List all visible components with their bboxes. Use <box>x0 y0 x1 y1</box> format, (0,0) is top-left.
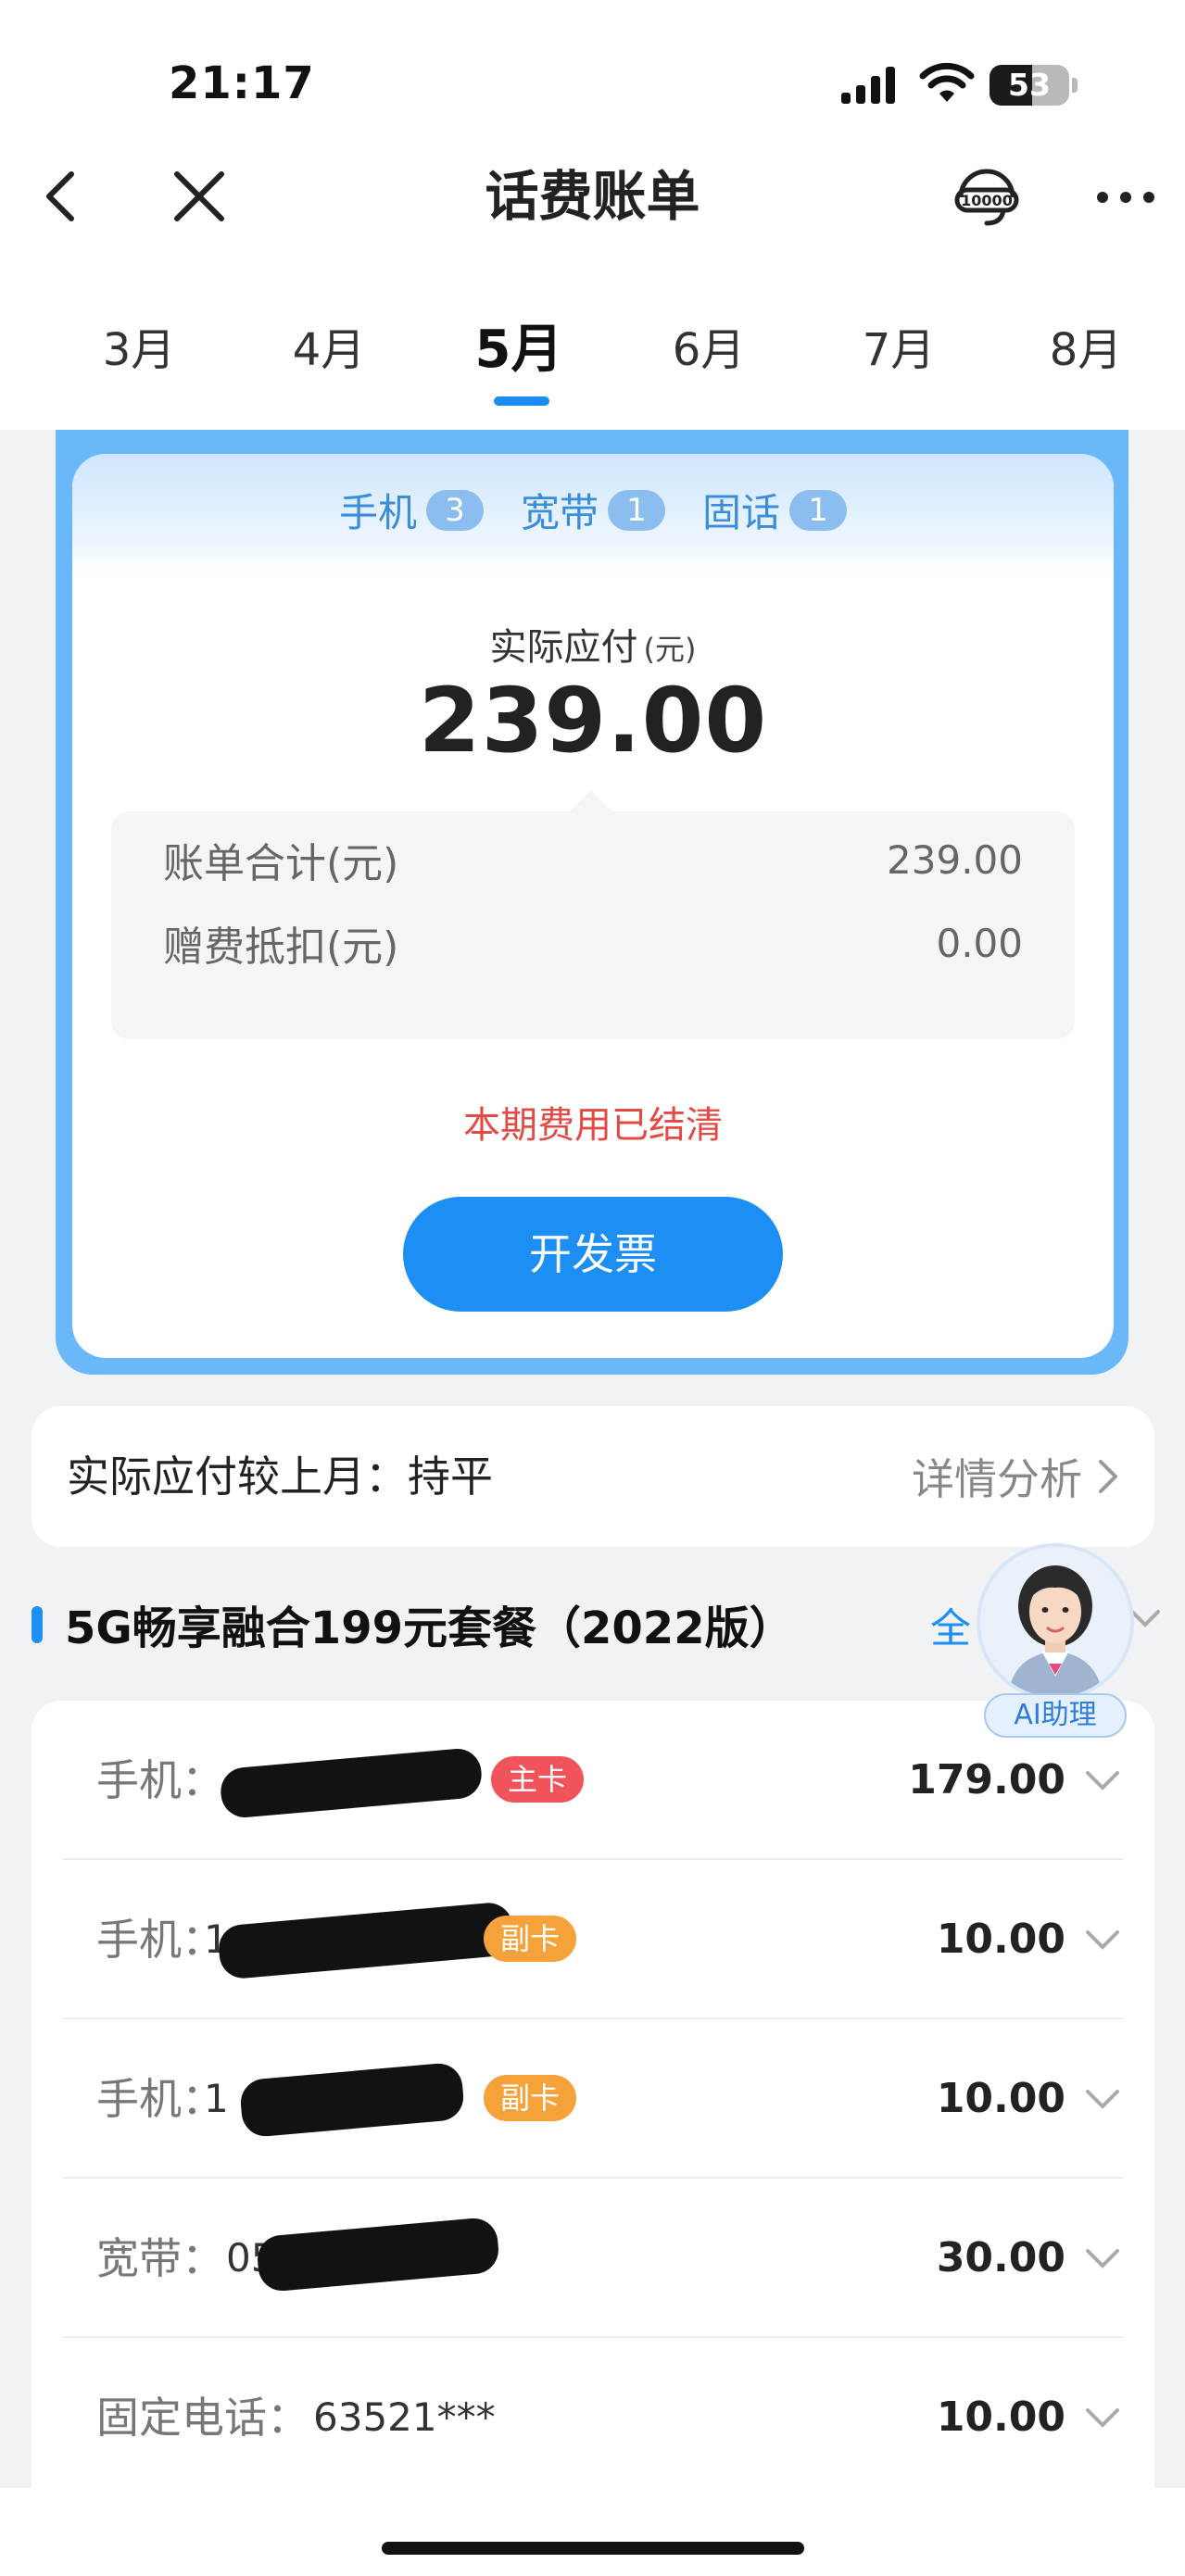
chip-broadband[interactable]: 宽带 1 <box>521 482 665 538</box>
assistant-label: AI助理 <box>984 1693 1127 1738</box>
redaction-mark <box>217 1901 515 1980</box>
detail-analysis-label: 详情分析 <box>912 1454 1082 1504</box>
line-type-label: 固定电话： <box>96 2393 309 2443</box>
chip-landline-count: 1 <box>789 489 848 531</box>
month-comparison-card[interactable]: 实际应付较上月：持平 详情分析 <box>32 1406 1154 1547</box>
breakdown-discount-value: 0.00 <box>936 920 1023 966</box>
chevron-down-icon[interactable] <box>1082 2397 1123 2438</box>
line-amount: 30.00 <box>936 2234 1065 2281</box>
comparison-text: 实际应付较上月：持平 <box>67 1451 493 1502</box>
chip-landline[interactable]: 固话 1 <box>702 482 848 538</box>
amount-due-label-text: 实际应付 <box>489 626 638 669</box>
line-type-label: 宽带： <box>96 2233 224 2283</box>
issue-invoice-button[interactable]: 开发票 <box>403 1197 783 1312</box>
secondary-card-badge: 副卡 <box>484 1916 577 1962</box>
detail-analysis-link[interactable]: 详情分析 <box>912 1406 1121 1547</box>
breakdown-discount-label: 赠费抵扣(元) <box>163 924 399 971</box>
payment-status-text: 本期费用已结清 <box>463 1104 723 1147</box>
customer-service-button[interactable]: 10000 <box>945 156 1028 239</box>
tab-month-5[interactable]: 5月 <box>445 311 593 389</box>
bill-summary-card: 手机 3 宽带 1 固话 1 实际应付 (元) 239.00 账单合计(元) 23… <box>72 454 1114 1358</box>
tab-month-4[interactable]: 4月 <box>255 311 403 389</box>
chevron-down-icon[interactable] <box>1082 2238 1123 2279</box>
line-amount: 10.00 <box>936 2394 1065 2441</box>
bill-card-header: 手机 3 宽带 1 固话 1 <box>72 454 1114 574</box>
breakdown-total-value: 239.00 <box>887 836 1023 883</box>
battery-indicator: 53 <box>990 65 1069 106</box>
line-amount: 10.00 <box>936 2075 1065 2122</box>
secondary-card-badge: 副卡 <box>484 2075 577 2121</box>
chip-mobile[interactable]: 手机 3 <box>339 482 484 538</box>
line-amount: 10.00 <box>936 1916 1065 1963</box>
more-button[interactable] <box>1086 167 1166 228</box>
ai-assistant-button[interactable]: AI助理 <box>977 1543 1134 1740</box>
breakdown-total-label: 账单合计(元) <box>163 840 399 887</box>
chip-broadband-label: 宽带 <box>520 490 599 535</box>
chip-mobile-label: 手机 <box>338 490 417 535</box>
line-type-chips: 手机 3 宽带 1 固话 1 <box>72 482 1114 538</box>
home-indicator[interactable] <box>382 2542 804 2555</box>
assistant-avatar-icon <box>980 1547 1130 1697</box>
chip-landline-label: 固话 <box>702 490 781 535</box>
primary-card-badge: 主卡 <box>491 1756 585 1803</box>
chip-broadband-count: 1 <box>608 489 665 531</box>
chevron-down-icon[interactable] <box>1082 1760 1123 1801</box>
line-item-row[interactable]: 手机： 1 副卡 10.00 <box>63 1860 1154 2019</box>
package-title: 5G畅享融合199元套餐（2022版） <box>65 1602 794 1654</box>
chevron-down-icon[interactable] <box>1082 2079 1123 2119</box>
bill-breakdown: 账单合计(元) 239.00 赠费抵扣(元) 0.00 <box>111 811 1075 1039</box>
cellular-signal-icon <box>841 67 895 104</box>
tab-month-3[interactable]: 3月 <box>65 311 213 389</box>
tab-month-8[interactable]: 8月 <box>1012 311 1160 389</box>
tab-month-7[interactable]: 7月 <box>825 311 973 389</box>
chevron-right-icon <box>1099 1460 1117 1493</box>
line-type-label: 手机： <box>96 1755 224 1805</box>
bottom-safe-area <box>0 2488 1185 2576</box>
breakdown-row-discount: 赠费抵扣(元) 0.00 <box>163 915 1023 972</box>
line-item-list: 手机： 主卡 179.00 手机： 1 副卡 10.00 手机： 1 副卡 10… <box>32 1701 1154 2497</box>
package-expand-link[interactable]: 全 <box>930 1595 971 1654</box>
active-tab-indicator <box>494 396 549 406</box>
section-accent-bar <box>32 1606 43 1643</box>
amount-due-value: 239.00 <box>418 669 768 773</box>
line-number: 1 <box>204 2076 229 2121</box>
battery-nub <box>1072 78 1078 93</box>
amount-due-label: 实际应付 (元) <box>72 617 1114 671</box>
line-item-row[interactable]: 手机： 1 副卡 10.00 <box>63 2019 1154 2179</box>
amount-due-unit: (元) <box>643 632 697 667</box>
status-time: 21:17 <box>169 57 315 109</box>
chip-mobile-count: 3 <box>425 489 484 531</box>
svg-text:10000: 10000 <box>961 192 1013 209</box>
line-item-row[interactable]: 宽带： 05124 30.00 <box>63 2179 1154 2338</box>
assistant-avatar <box>977 1543 1134 1701</box>
breakdown-row-total: 账单合计(元) 239.00 <box>163 832 1023 888</box>
10000-headset-icon: 10000 <box>954 169 1019 226</box>
battery-percent: 53 <box>1008 67 1051 103</box>
more-dots-icon <box>1097 192 1154 203</box>
chevron-down-icon[interactable] <box>1082 1919 1123 1960</box>
month-tabs: 3月 4月 5月 6月 7月 8月 <box>0 311 1185 413</box>
redaction-mark <box>238 2061 466 2139</box>
tab-month-6[interactable]: 6月 <box>635 311 783 389</box>
wifi-icon <box>919 62 975 102</box>
redaction-mark <box>219 1746 484 1820</box>
line-number: 63521*** <box>313 2394 496 2440</box>
line-item-row[interactable]: 固定电话： 63521*** 10.00 <box>63 2338 1154 2497</box>
